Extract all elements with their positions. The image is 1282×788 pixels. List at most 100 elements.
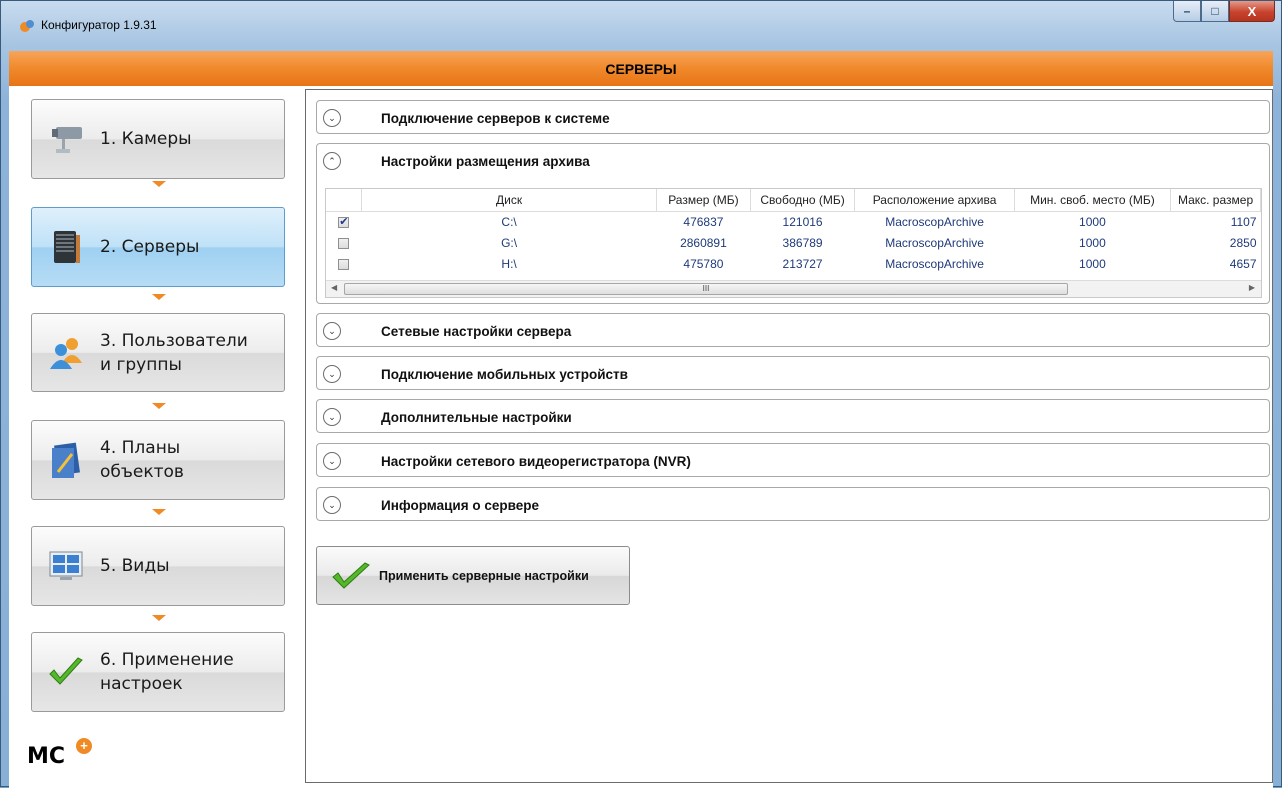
cell-size: 476837 <box>683 214 724 229</box>
section-server-info[interactable]: ⌄ Информация о сервере <box>316 487 1270 521</box>
window-title: Конфигуратор 1.9.31 <box>41 18 157 32</box>
cell-size: 2860891 <box>680 235 727 250</box>
client-area: СЕРВЕРЫ 1. Камеры 2. Серверы 3. Пользова… <box>9 51 1273 788</box>
section-title: Настройки размещения архива <box>381 153 590 169</box>
flow-arrow <box>152 615 166 621</box>
cell-min-free[interactable]: 1000 <box>1014 211 1170 232</box>
scroll-left-icon[interactable]: ◀ <box>331 283 337 292</box>
nav-step-label: 1. Камеры <box>100 129 192 149</box>
archive-table: Диск Размер (МБ) Свободно (МБ) Расположе… <box>325 188 1262 298</box>
cell-disk: G:\ <box>501 235 518 250</box>
nav-step-cameras[interactable]: 1. Камеры <box>31 99 285 179</box>
nav-step-label: объектов <box>100 462 184 482</box>
column-header-size[interactable]: Размер (МБ) <box>656 189 751 212</box>
app-icon <box>20 20 34 32</box>
section-title: Настройки сетевого видеорегистратора (NV… <box>381 453 691 469</box>
flow-arrow <box>152 509 166 515</box>
chevron-down-icon[interactable]: ⌄ <box>323 452 341 470</box>
section-archive-settings: ⌃ Настройки размещения архива Диск Разме… <box>316 143 1270 304</box>
nav-step-label: 2. Серверы <box>100 237 200 257</box>
plan-icon <box>52 442 80 478</box>
section-title: Сетевые настройки сервера <box>381 323 572 339</box>
nav-step-apply[interactable]: 6. Применение настроек <box>31 632 285 712</box>
nav-step-label: и группы <box>100 354 182 375</box>
cell-free: 213727 <box>782 256 823 271</box>
app-window: Конфигуратор 1.9.31 – □ X СЕРВЕРЫ 1. Кам… <box>0 0 1282 788</box>
cell-location[interactable]: MacroscopArchive <box>855 211 1014 232</box>
chevron-down-icon[interactable]: ⌄ <box>323 496 341 514</box>
chevron-down-icon[interactable]: ⌄ <box>323 408 341 426</box>
section-network-settings[interactable]: ⌄ Сетевые настройки сервера <box>316 313 1270 347</box>
section-server-connection[interactable]: ⌄ Подключение серверов к системе <box>316 100 1270 134</box>
cell-min-free[interactable]: 1000 <box>1014 253 1170 274</box>
chevron-down-icon[interactable]: ⌄ <box>323 365 341 383</box>
flow-arrow <box>152 403 166 409</box>
horizontal-scrollbar[interactable]: ◀ III ▶ <box>326 280 1261 297</box>
row-checkbox[interactable] <box>338 237 350 249</box>
column-header-max-size[interactable]: Макс. размер <box>1170 189 1261 212</box>
table-row[interactable]: G:\ 2860891 386789 MacroscopArchive 1000… <box>326 232 1261 253</box>
chevron-up-icon[interactable]: ⌃ <box>323 152 341 170</box>
server-icon <box>54 231 80 263</box>
section-title: Подключение мобильных устройств <box>381 366 628 382</box>
minimize-button[interactable]: – <box>1173 1 1201 22</box>
column-header-free[interactable]: Свободно (МБ) <box>750 189 856 212</box>
column-header-disk[interactable]: Диск <box>361 189 658 212</box>
scroll-thumb[interactable]: III <box>344 283 1068 295</box>
apply-button-label: Применить серверные настройки <box>379 568 589 583</box>
nav-step-users[interactable]: 3. Пользователи и группы <box>31 313 285 392</box>
cell-disk: H:\ <box>501 256 517 271</box>
nav-step-label: 3. Пользователи <box>100 330 248 351</box>
settings-panel: ⌄ Подключение серверов к системе ⌃ Настр… <box>305 89 1273 783</box>
cell-max-size[interactable]: 4657 <box>1171 253 1261 274</box>
title-bar[interactable]: Конфигуратор 1.9.31 – □ X <box>1 1 1281 51</box>
section-nvr-settings[interactable]: ⌄ Настройки сетевого видеорегистратора (… <box>316 443 1270 477</box>
table-row[interactable]: C:\ 476837 121016 MacroscopArchive 1000 … <box>326 211 1261 232</box>
flow-arrow <box>152 181 166 187</box>
row-checkbox[interactable] <box>338 215 350 229</box>
cell-location[interactable]: MacroscopArchive <box>855 232 1014 253</box>
chevron-down-icon[interactable]: ⌄ <box>323 322 341 340</box>
flow-arrow <box>152 294 166 300</box>
apply-server-settings-button[interactable]: Применить серверные настройки <box>316 546 630 605</box>
table-header-row: Диск Размер (МБ) Свободно (МБ) Расположе… <box>326 189 1261 212</box>
chevron-down-icon[interactable]: ⌄ <box>323 109 341 127</box>
column-header-location[interactable]: Расположение архива <box>854 189 1015 212</box>
nav-step-label: настроек <box>100 674 183 694</box>
column-header-check <box>326 189 363 212</box>
maximize-button[interactable]: □ <box>1201 1 1229 22</box>
close-button[interactable]: X <box>1229 1 1275 22</box>
nav-step-label: 4. Планы <box>100 438 181 458</box>
section-title: Подключение серверов к системе <box>381 110 610 126</box>
checkmark-icon <box>49 657 83 685</box>
nav-step-servers[interactable]: 2. Серверы <box>31 207 285 287</box>
scroll-right-icon[interactable]: ▶ <box>1249 283 1255 292</box>
users-icon <box>50 337 82 369</box>
cell-min-free[interactable]: 1000 <box>1014 232 1170 253</box>
section-title: Дополнительные настройки <box>381 409 572 425</box>
section-mobile-devices[interactable]: ⌄ Подключение мобильных устройств <box>316 356 1270 390</box>
cell-disk: C:\ <box>501 214 517 229</box>
cell-free: 386789 <box>782 235 823 250</box>
layout-icon <box>49 551 83 580</box>
cell-max-size[interactable]: 1107 <box>1171 211 1261 232</box>
row-checkbox[interactable] <box>338 258 350 270</box>
mc-logo: MC <box>27 744 66 769</box>
camera-icon <box>52 127 82 153</box>
section-title: Информация о сервере <box>381 497 539 513</box>
cell-max-size[interactable]: 2850 <box>1171 232 1261 253</box>
page-title: СЕРВЕРЫ <box>605 60 677 77</box>
section-additional-settings[interactable]: ⌄ Дополнительные настройки <box>316 399 1270 433</box>
table-row[interactable]: H:\ 475780 213727 MacroscopArchive 1000 … <box>326 253 1261 274</box>
page-header: СЕРВЕРЫ <box>9 51 1273 86</box>
cell-free: 121016 <box>782 214 823 229</box>
nav-step-views[interactable]: 5. Виды <box>31 526 285 606</box>
checkmark-icon <box>332 561 370 589</box>
nav-step-label: 6. Применение <box>100 650 234 670</box>
column-header-min-free[interactable]: Мин. своб. место (МБ) <box>1014 189 1172 212</box>
cell-location[interactable]: MacroscopArchive <box>855 253 1014 274</box>
logo-badge: + <box>76 738 92 754</box>
cell-size: 475780 <box>683 256 724 271</box>
nav-step-label: 5. Виды <box>100 556 170 576</box>
nav-step-plans[interactable]: 4. Планы объектов <box>31 420 285 500</box>
